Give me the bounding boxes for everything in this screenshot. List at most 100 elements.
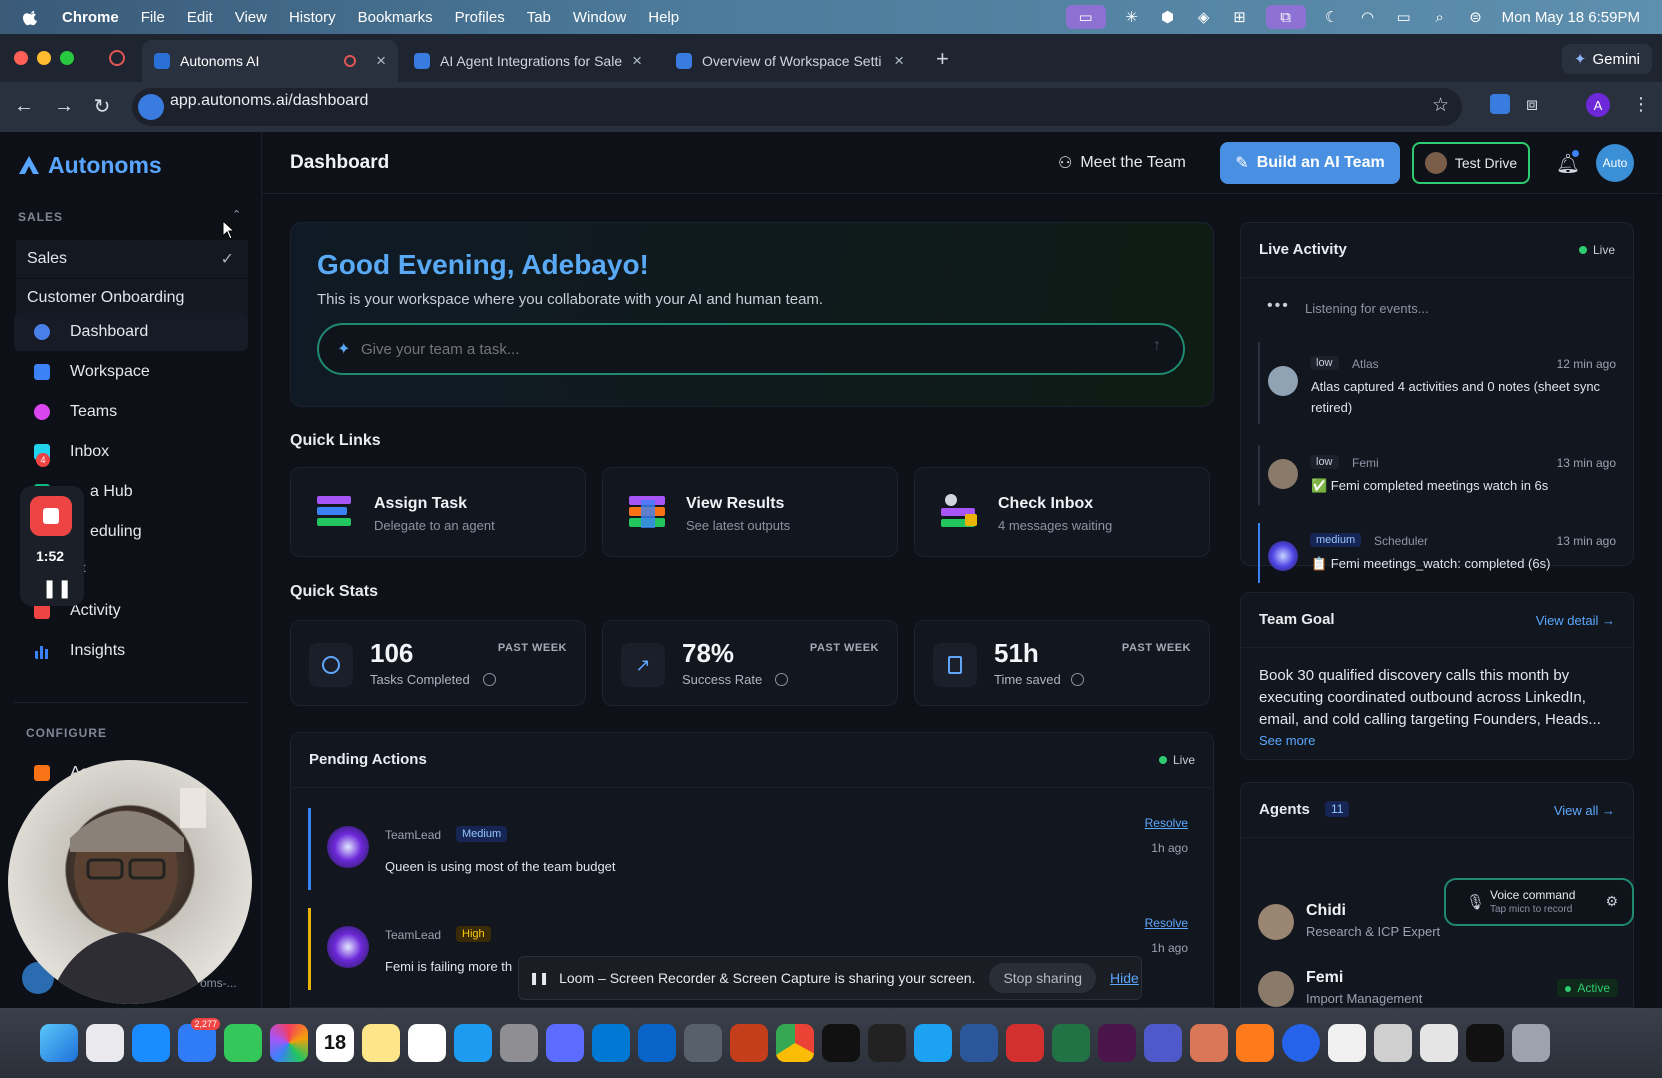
sidebar-item-teams[interactable]: Teams — [14, 393, 248, 431]
menu-help[interactable]: Help — [648, 9, 679, 26]
window-thumbnail-icon[interactable] — [1374, 1024, 1412, 1062]
calendar-icon[interactable]: 18 — [316, 1024, 354, 1062]
user-avatar[interactable]: Auto — [1596, 144, 1634, 182]
workspace-item-customer-onboarding[interactable]: Customer Onboarding — [16, 279, 248, 317]
quicktime-icon[interactable] — [914, 1024, 952, 1062]
info-icon[interactable] — [483, 673, 496, 686]
sidebar-item-insights[interactable]: Insights — [14, 632, 248, 670]
terminal-icon[interactable] — [822, 1024, 860, 1062]
control-center-icon[interactable]: ⊜ — [1466, 8, 1486, 26]
gemini-button[interactable]: ✦ Gemini — [1561, 44, 1652, 74]
chrome-icon[interactable] — [776, 1024, 814, 1062]
sidebar-item-dashboard[interactable]: Dashboard — [14, 313, 248, 351]
safari-icon[interactable] — [132, 1024, 170, 1062]
extensions-puzzle-icon[interactable]: ⧈ — [1526, 94, 1538, 116]
window-thumbnail-icon[interactable] — [1420, 1024, 1458, 1062]
brand-logo[interactable]: Autonoms — [18, 152, 162, 179]
new-tab-plus-icon[interactable]: + — [936, 46, 949, 72]
window-zoom-button[interactable] — [60, 51, 74, 65]
info-icon[interactable] — [775, 673, 788, 686]
workspace-item-sales[interactable]: Sales ✓ — [16, 240, 248, 278]
voice-command-widget[interactable]: 🎙︎ Voice command Tap micn to record ⚙ — [1444, 878, 1634, 926]
send-arrow-icon[interactable]: ↑ — [1153, 337, 1161, 355]
menu-history[interactable]: History — [289, 9, 336, 26]
launchpad-icon[interactable] — [86, 1024, 124, 1062]
search-icon[interactable]: ⌕ — [1430, 8, 1450, 26]
window-close-button[interactable] — [14, 51, 28, 65]
apple-icon[interactable] — [22, 8, 40, 26]
powerpoint-icon[interactable] — [730, 1024, 768, 1062]
globe-icon[interactable] — [1282, 1024, 1320, 1062]
word-icon[interactable] — [960, 1024, 998, 1062]
webcam-bubble[interactable] — [8, 760, 252, 1004]
task-input[interactable] — [361, 337, 1141, 361]
moon-icon[interactable]: ☾ — [1322, 8, 1342, 26]
site-info-icon[interactable] — [138, 94, 164, 120]
menu-window[interactable]: Window — [573, 9, 626, 26]
back-arrow-icon[interactable]: ← — [14, 95, 34, 117]
battery-icon[interactable]: ▭ — [1394, 8, 1414, 26]
extension-icon[interactable] — [1490, 94, 1510, 114]
notes-icon[interactable] — [362, 1024, 400, 1062]
cube-icon[interactable]: ◈ — [1194, 8, 1214, 26]
finder-icon[interactable] — [40, 1024, 78, 1062]
menu-tab[interactable]: Tab — [527, 9, 551, 26]
hide-button[interactable]: Hide — [1110, 970, 1139, 986]
wifi-icon[interactable]: ◠ — [1358, 8, 1378, 26]
outlook-icon[interactable] — [638, 1024, 676, 1062]
menu-view[interactable]: View — [235, 9, 267, 26]
teams-icon[interactable]: ⬢ — [1158, 8, 1178, 26]
pause-icon[interactable]: ❚❚ — [42, 578, 72, 599]
window-thumbnail-icon[interactable] — [1328, 1024, 1366, 1062]
teams-app-icon[interactable] — [1144, 1024, 1182, 1062]
slack-icon[interactable] — [1098, 1024, 1136, 1062]
url-text[interactable]: app.autonoms.ai/dashboard — [170, 92, 368, 110]
view-detail-link[interactable]: View detail → — [1536, 613, 1615, 628]
menu-profiles[interactable]: Profiles — [455, 9, 505, 26]
profile-avatar[interactable]: A — [1586, 93, 1610, 117]
close-icon[interactable]: × — [894, 51, 904, 71]
menu-bookmarks[interactable]: Bookmarks — [358, 9, 433, 26]
tab-integrations[interactable]: AI Agent Integrations for Sale × — [402, 40, 654, 82]
window-thumbnail-icon[interactable] — [1466, 1024, 1504, 1062]
photos-icon[interactable] — [270, 1024, 308, 1062]
mail-icon[interactable]: 2,277 — [178, 1018, 220, 1062]
view-all-link[interactable]: View all → — [1554, 803, 1615, 818]
window-minimize-button[interactable] — [37, 51, 51, 65]
resolve-link[interactable]: Resolve — [1145, 816, 1188, 830]
microphone-icon[interactable]: 🎙︎ — [1466, 893, 1485, 911]
stop-sharing-button[interactable]: Stop sharing — [989, 963, 1097, 993]
forward-arrow-icon[interactable]: → — [54, 95, 74, 117]
trash-icon[interactable] — [1512, 1024, 1550, 1062]
meet-the-team-button[interactable]: ⚇ Meet the Team — [1044, 142, 1200, 184]
pencil-app-icon[interactable] — [1236, 1024, 1274, 1062]
sidebar-item-inbox[interactable]: Inbox 4 — [14, 433, 248, 471]
stop-recording-button[interactable] — [30, 496, 72, 536]
quick-link-view-results[interactable]: View Results See latest outputs — [602, 467, 898, 557]
kebab-menu-icon[interactable]: ⋮ — [1632, 94, 1650, 115]
close-icon[interactable]: × — [632, 51, 642, 71]
disk-utility-icon[interactable] — [684, 1024, 722, 1062]
window-icon[interactable]: ⧉ — [1265, 5, 1306, 29]
sparkle-icon[interactable]: ✳ — [1122, 8, 1142, 26]
reload-icon[interactable]: ↻ — [92, 96, 112, 118]
resolve-link[interactable]: Resolve — [1145, 916, 1188, 930]
freeform-icon[interactable] — [408, 1024, 446, 1062]
menu-app-name[interactable]: Chrome — [62, 9, 119, 26]
maps-icon[interactable] — [224, 1024, 262, 1062]
quick-link-check-inbox[interactable]: Check Inbox 4 messages waiting — [914, 467, 1210, 557]
app-store-icon[interactable] — [454, 1024, 492, 1062]
menubar-clock[interactable]: Mon May 18 6:59PM — [1502, 9, 1640, 26]
quick-link-assign-task[interactable]: Assign Task Delegate to an agent — [290, 467, 586, 557]
build-ai-team-button[interactable]: ✎ Build an AI Team — [1220, 142, 1400, 184]
acrobat-icon[interactable] — [1006, 1024, 1044, 1062]
bookmark-star-icon[interactable]: ☆ — [1432, 94, 1449, 117]
tab-workspace-settings[interactable]: Overview of Workspace Setti × — [664, 40, 916, 82]
settings-sliders-icon[interactable]: ⚙ — [1605, 893, 1618, 910]
windows-app-icon[interactable] — [592, 1024, 630, 1062]
system-settings-icon[interactable] — [500, 1024, 538, 1062]
sidebar-item-workspace[interactable]: Workspace — [14, 353, 248, 391]
menu-edit[interactable]: Edit — [187, 9, 213, 26]
screen-share-icon[interactable]: ▭ — [1065, 5, 1106, 29]
tab-autonoms[interactable]: Autonoms AI × — [142, 40, 398, 82]
